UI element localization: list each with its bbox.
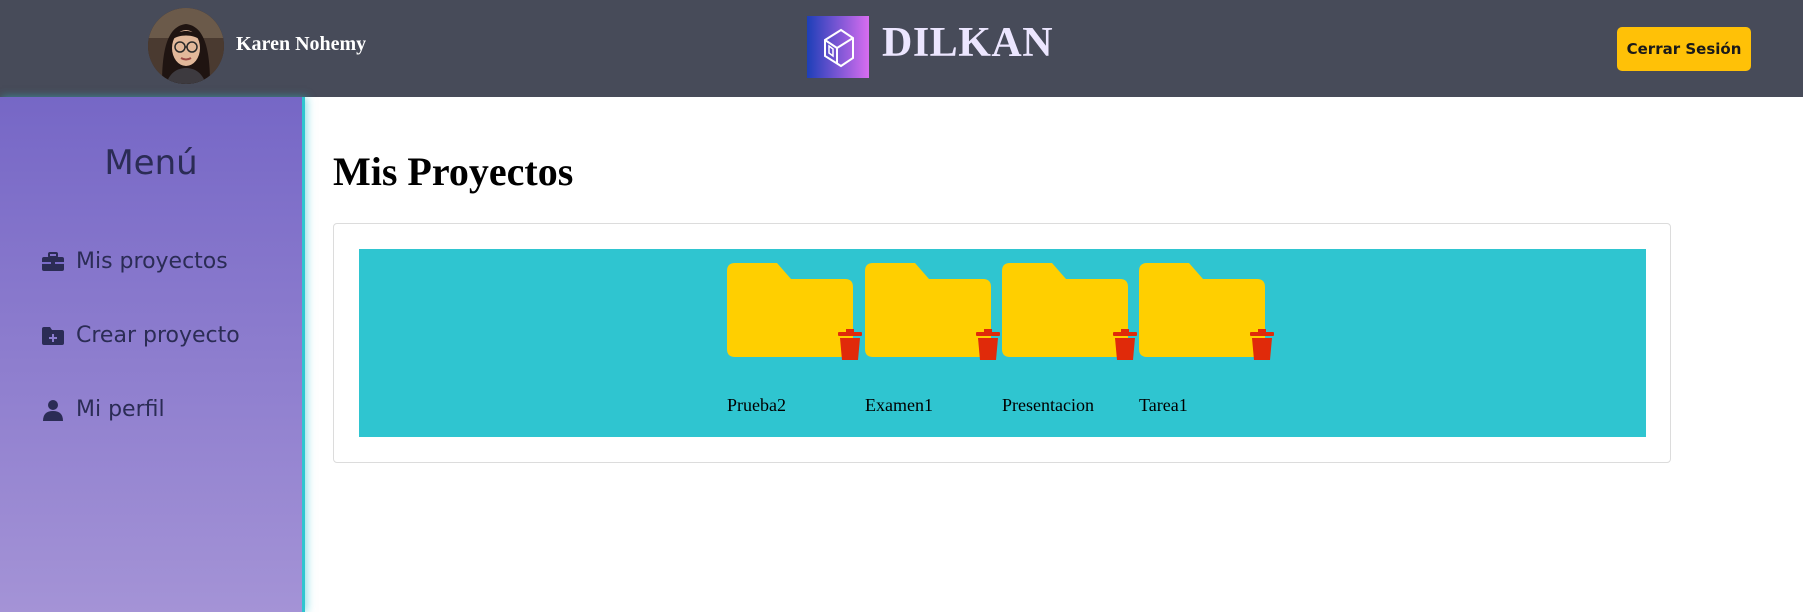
- project-item[interactable]: Prueba2: [727, 263, 867, 423]
- sidebar-item-label: Mi perfil: [76, 397, 165, 422]
- brand-logo-icon[interactable]: [807, 16, 869, 78]
- logout-button[interactable]: Cerrar Sesión: [1617, 27, 1751, 71]
- sidebar-item-label: Mis proyectos: [76, 249, 228, 274]
- sidebar-item-mi-perfil[interactable]: Mi perfil: [40, 397, 165, 422]
- briefcase-icon: [40, 251, 66, 273]
- sidebar-item-crear-proyecto[interactable]: Crear proyecto: [40, 323, 240, 348]
- project-item[interactable]: Tarea1: [1139, 263, 1279, 423]
- project-item[interactable]: Presentacion: [1002, 263, 1142, 423]
- page-title: Mis Proyectos: [333, 149, 574, 194]
- project-name[interactable]: Presentacion: [1002, 395, 1094, 416]
- project-name[interactable]: Examen1: [865, 395, 933, 416]
- menu-title: Menú: [104, 143, 198, 183]
- sidebar-item-mis-proyectos[interactable]: Mis proyectos: [40, 249, 228, 274]
- user-name: Karen Nohemy: [236, 33, 367, 55]
- project-item[interactable]: Examen1: [865, 263, 1005, 423]
- user-photo-icon: [148, 8, 224, 84]
- folder-plus-icon: [40, 325, 66, 347]
- trash-icon[interactable]: [837, 329, 863, 361]
- top-header: Karen Nohemy DILKAN Cerrar Sesión: [0, 0, 1803, 97]
- folder-icon[interactable]: [1002, 263, 1128, 357]
- sidebar: Menú Mis proyectos Crear proyecto Mi per…: [0, 97, 305, 612]
- trash-icon[interactable]: [975, 329, 1001, 361]
- brand-name: DILKAN: [882, 20, 1054, 66]
- trash-icon[interactable]: [1249, 329, 1275, 361]
- folder-icon[interactable]: [865, 263, 991, 357]
- project-name[interactable]: Tarea1: [1139, 395, 1188, 416]
- avatar[interactable]: [148, 8, 224, 84]
- folder-icon[interactable]: [727, 263, 853, 357]
- user-icon: [40, 399, 66, 421]
- project-name[interactable]: Prueba2: [727, 395, 786, 416]
- sidebar-item-label: Crear proyecto: [76, 323, 240, 348]
- trash-icon[interactable]: [1112, 329, 1138, 361]
- folder-icon[interactable]: [1139, 263, 1265, 357]
